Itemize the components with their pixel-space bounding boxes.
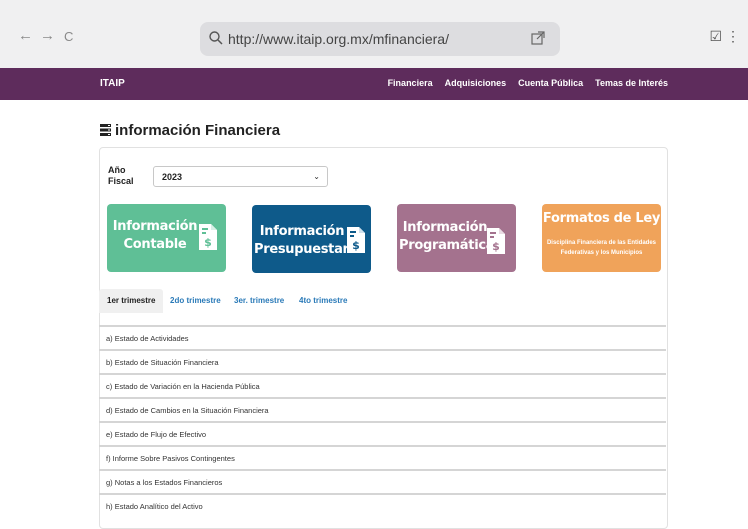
document-dollar-icon: $: [199, 224, 217, 250]
tile-line2: Contable: [123, 237, 187, 252]
document-dollar-icon: $: [347, 227, 365, 253]
external-link-icon[interactable]: [530, 30, 546, 46]
list-item[interactable]: b) Estado de Situación Financiera: [99, 349, 666, 373]
svg-text:$: $: [204, 236, 212, 249]
reload-button[interactable]: C: [64, 29, 73, 44]
svg-text:$: $: [352, 239, 360, 252]
address-bar[interactable]: http://www.itaip.org.mx/mfinanciera/: [200, 22, 560, 56]
tile-subtitle: Disciplina Financiera de las Entidades F…: [546, 240, 657, 256]
tab-4to-trimestre[interactable]: 4to trimestre: [299, 289, 347, 313]
url-text[interactable]: http://www.itaip.org.mx/mfinanciera/: [228, 31, 449, 47]
tile-line2: Programática: [399, 238, 495, 253]
tile-informacion-programatica[interactable]: Información Programática $: [397, 204, 516, 272]
browser-toolbar: ← → C http://www.itaip.org.mx/mfinancier…: [0, 0, 748, 69]
list-item[interactable]: g) Notas a los Estados Financieros: [99, 469, 666, 493]
nav-financiera[interactable]: Financiera: [388, 78, 433, 88]
list-icon: [100, 124, 111, 136]
fiscal-year-select[interactable]: 2023 ⌄: [153, 166, 328, 187]
nav-cuenta-publica[interactable]: Cuenta Pública: [518, 78, 583, 88]
list-item[interactable]: a) Estado de Actividades: [99, 325, 666, 349]
list-item[interactable]: c) Estado de Variación en la Hacienda Pú…: [99, 373, 666, 397]
report-list: a) Estado de Actividades b) Estado de Si…: [99, 325, 666, 517]
site-header: ITAIP Financiera Adquisiciones Cuenta Pú…: [0, 68, 748, 100]
list-item[interactable]: d) Estado de Cambios en la Situación Fin…: [99, 397, 666, 421]
tab-3er-trimestre[interactable]: 3er. trimestre: [234, 289, 284, 313]
chevron-down-icon: ⌄: [313, 172, 320, 181]
tile-title: Formatos de Ley: [542, 211, 661, 226]
tile-informacion-contable[interactable]: Información Contable $: [107, 204, 226, 272]
top-navigation: Financiera Adquisiciones Cuenta Pública …: [388, 78, 668, 88]
tile-line1: Información: [402, 220, 488, 235]
tile-informacion-presupuestaria[interactable]: Información Presupuestaria $: [252, 205, 371, 273]
page-title: información Financiera: [100, 122, 280, 139]
nav-temas-de-interes[interactable]: Temas de Interés: [595, 78, 668, 88]
back-button[interactable]: ←: [18, 27, 33, 44]
fiscal-year-label: Año Fiscal: [108, 165, 134, 186]
list-item[interactable]: e) Estado de Flujo de Efectivo: [99, 421, 666, 445]
brand-logo[interactable]: ITAIP: [100, 78, 125, 89]
tile-line1: Información: [259, 224, 345, 239]
list-item[interactable]: h) Estado Analítico del Activo: [99, 493, 666, 517]
fiscal-year-value: 2023: [162, 172, 183, 182]
list-item[interactable]: f) Informe Sobre Pasivos Contingentes: [99, 445, 666, 469]
tile-formatos-de-ley[interactable]: Formatos de Ley Disciplina Financiera de…: [542, 204, 661, 272]
document-dollar-icon: $: [487, 228, 505, 254]
svg-text:$: $: [492, 240, 500, 253]
nav-adquisiciones[interactable]: Adquisiciones: [445, 78, 507, 88]
tile-line1: Información: [112, 219, 198, 234]
page-title-text: información Financiera: [115, 122, 281, 139]
search-icon: [209, 31, 223, 45]
tab-1er-trimestre[interactable]: 1er trimestre: [99, 289, 164, 313]
browser-menu-icons[interactable]: ☑ ⋮: [710, 28, 740, 45]
forward-button[interactable]: →: [40, 27, 55, 44]
tile-line2: Presupuestaria: [254, 242, 362, 257]
tab-2do-trimestre[interactable]: 2do trimestre: [170, 289, 221, 313]
